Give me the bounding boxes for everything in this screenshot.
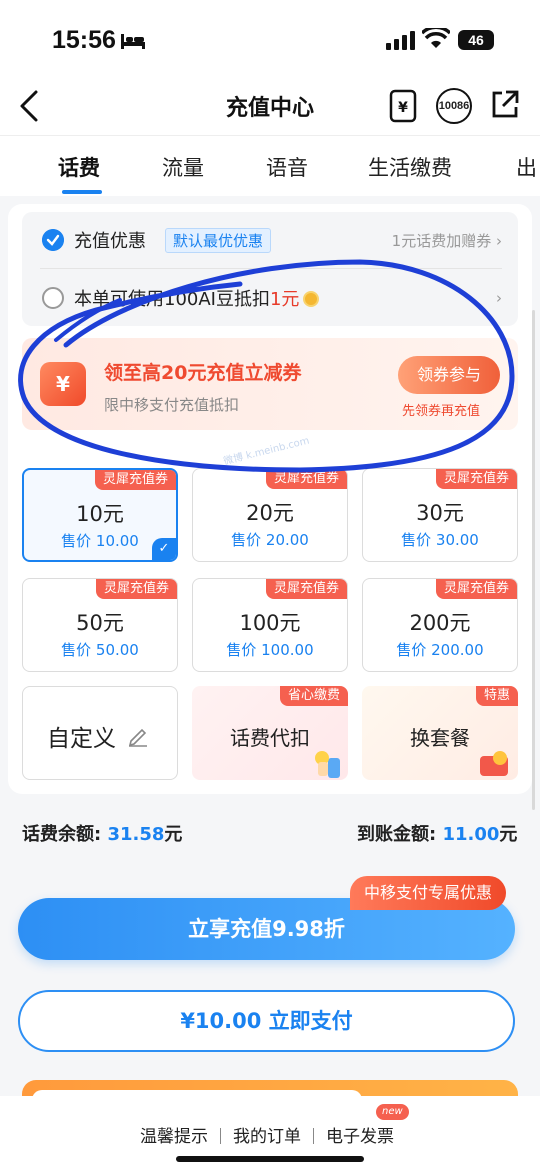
share-icon[interactable]: [490, 88, 520, 120]
amount-option-50[interactable]: 灵犀充值券 50元 售价 50.00: [22, 578, 178, 672]
status-bar: 15:56 46: [0, 0, 540, 80]
current-balance: 话费余额: 31.58元: [22, 820, 182, 846]
promo-default-tag: 默认最优优惠: [165, 227, 272, 253]
custom-amount-label: 自定义: [47, 726, 116, 752]
amount-value: 10元: [76, 502, 124, 526]
amount-price: 售价 20.00: [231, 531, 309, 549]
amount-value: 50元: [76, 611, 124, 635]
arrival-unit: 元: [499, 824, 518, 845]
chevron-right-icon[interactable]: ›: [496, 289, 502, 307]
amount-tag: 灵犀充值券: [265, 579, 347, 599]
selected-check-icon: ✓: [152, 538, 176, 560]
amount-tag: 灵犀充值券: [95, 579, 177, 599]
promo-row-ai-beans[interactable]: 本单可使用100AI豆抵扣1元 ›: [22, 270, 518, 326]
thumbs-up-icon: [315, 751, 340, 778]
amount-price: 售价 200.00: [396, 641, 484, 659]
custom-amount-option[interactable]: 自定义: [22, 686, 178, 780]
auto-deduct-tag: 省心缴费: [279, 686, 348, 706]
footer-divider: [313, 1128, 314, 1144]
change-plan-label: 换套餐: [410, 726, 470, 750]
promo-row-discount[interactable]: 充值优惠 默认最优优惠 1元话费加赠券 ›: [22, 212, 518, 268]
amount-value: 100元: [239, 611, 301, 635]
ai-beans-amount: 1元: [269, 289, 300, 310]
tab-data[interactable]: 流量: [162, 152, 204, 182]
claim-coupon-button[interactable]: 领券参与: [398, 356, 500, 394]
navigation-bar: 充值中心 ¥ 10086: [0, 80, 540, 136]
promo-discount-label: 充值优惠: [74, 231, 146, 252]
battery-indicator: 46: [458, 30, 494, 50]
amount-price: 售价 30.00: [401, 531, 479, 549]
pencil-edit-icon: [128, 728, 147, 747]
footer-divider: [220, 1128, 221, 1144]
new-badge: new: [376, 1104, 409, 1120]
change-plan-tag: 特惠: [475, 686, 518, 706]
divider: [40, 268, 502, 269]
coupon-ticket-icon: ¥: [40, 362, 86, 406]
exclusive-discount-badge: 中移支付专属优惠: [350, 876, 507, 910]
tab-voice[interactable]: 语音: [266, 152, 308, 182]
checked-circle-icon[interactable]: [42, 229, 64, 251]
status-time: 15:56: [52, 26, 116, 54]
footer-links: 温馨提示 我的订单 电子发票 new: [0, 1096, 540, 1170]
amount-value: 20元: [246, 501, 294, 525]
cellular-signal-icon: [386, 31, 415, 50]
auto-deduct-option[interactable]: 省心缴费 话费代扣: [192, 686, 348, 780]
arrival-amount: 到账金额: 11.00元: [357, 820, 517, 846]
claim-coupon-note: 先领券再充值: [402, 404, 481, 419]
tips-link[interactable]: 温馨提示: [140, 1127, 208, 1147]
amount-value: 200元: [409, 611, 471, 635]
my-orders-link[interactable]: 我的订单: [233, 1127, 301, 1147]
tab-utilities[interactable]: 生活缴费: [368, 152, 452, 182]
coupon-title: 领至高20元充值立减券: [104, 362, 302, 384]
balance-value: 31.58: [107, 824, 165, 845]
recharge-record-icon[interactable]: ¥: [388, 88, 418, 124]
sleep-mode-icon: [121, 34, 145, 49]
arrival-label: 到账金额:: [357, 824, 443, 845]
watermark: 微博 k.meinb.com: [222, 435, 311, 468]
pay-now-button[interactable]: ¥10.00 立即支付: [18, 990, 515, 1052]
coupon-banner[interactable]: ¥ 领至高20元充值立减券 限中移支付充值抵扣 领券参与 先领券再充值: [22, 338, 518, 430]
unchecked-circle-icon[interactable]: [42, 287, 64, 309]
arrival-value: 11.00: [442, 824, 500, 845]
gift-box-icon: [480, 751, 508, 776]
amount-option-20[interactable]: 灵犀充值券 20元 售价 20.00: [192, 468, 348, 562]
promo-coupon-text: 1元话费加赠券: [391, 231, 492, 250]
coupon-subtitle: 限中移支付充值抵扣: [104, 396, 240, 414]
tab-phone-bill[interactable]: 话费: [58, 152, 100, 182]
change-plan-option[interactable]: 特惠 换套餐: [362, 686, 518, 780]
e-invoice-link[interactable]: 电子发票: [326, 1127, 394, 1147]
amount-tag: 灵犀充值券: [435, 469, 517, 489]
amount-option-10[interactable]: 灵犀充值券 10元 售价 10.00 ✓: [22, 468, 178, 562]
ai-beans-label: 本单可使用100AI豆抵扣1元: [74, 285, 320, 311]
amount-tag: 灵犀充值券: [265, 469, 347, 489]
recharge-card: 充值优惠 默认最优优惠 1元话费加赠券 › 本单可使用100AI豆抵扣1元 › …: [8, 204, 532, 794]
amount-price: 售价 100.00: [226, 641, 314, 659]
promo-coupon-link[interactable]: 1元话费加赠券 ›: [392, 230, 502, 251]
main-content: 充值优惠 默认最优优惠 1元话费加赠券 › 本单可使用100AI豆抵扣1元 › …: [0, 196, 540, 1170]
amount-value: 30元: [416, 501, 464, 525]
home-indicator[interactable]: [176, 1156, 364, 1162]
tab-overflow[interactable]: 出: [516, 152, 537, 182]
category-tabs: 话费 流量 语音 生活缴费 出: [0, 136, 540, 196]
amount-price: 售价 50.00: [61, 641, 139, 659]
scrollbar[interactable]: [532, 310, 535, 810]
svg-text:¥: ¥: [398, 100, 408, 116]
chevron-right-icon: ›: [496, 231, 502, 250]
balance-label: 话费余额:: [22, 824, 108, 845]
amount-option-100[interactable]: 灵犀充值券 100元 售价 100.00: [192, 578, 348, 672]
promotion-options: 充值优惠 默认最优优惠 1元话费加赠券 › 本单可使用100AI豆抵扣1元 ›: [22, 212, 518, 326]
amount-tag: 灵犀充值券: [435, 579, 517, 599]
amount-tag: 灵犀充值券: [94, 470, 176, 490]
coin-icon: [303, 291, 320, 307]
active-tab-indicator: [62, 190, 102, 194]
amount-option-200[interactable]: 灵犀充值券 200元 售价 200.00: [362, 578, 518, 672]
balance-unit: 元: [164, 824, 183, 845]
ai-beans-text: 本单可使用100AI豆抵扣: [74, 289, 270, 310]
customer-service-10086-icon[interactable]: 10086: [436, 88, 472, 124]
footer-link-group: 温馨提示 我的订单 电子发票: [140, 1122, 394, 1147]
amount-option-30[interactable]: 灵犀充值券 30元 售价 30.00: [362, 468, 518, 562]
wifi-icon: [422, 28, 450, 48]
